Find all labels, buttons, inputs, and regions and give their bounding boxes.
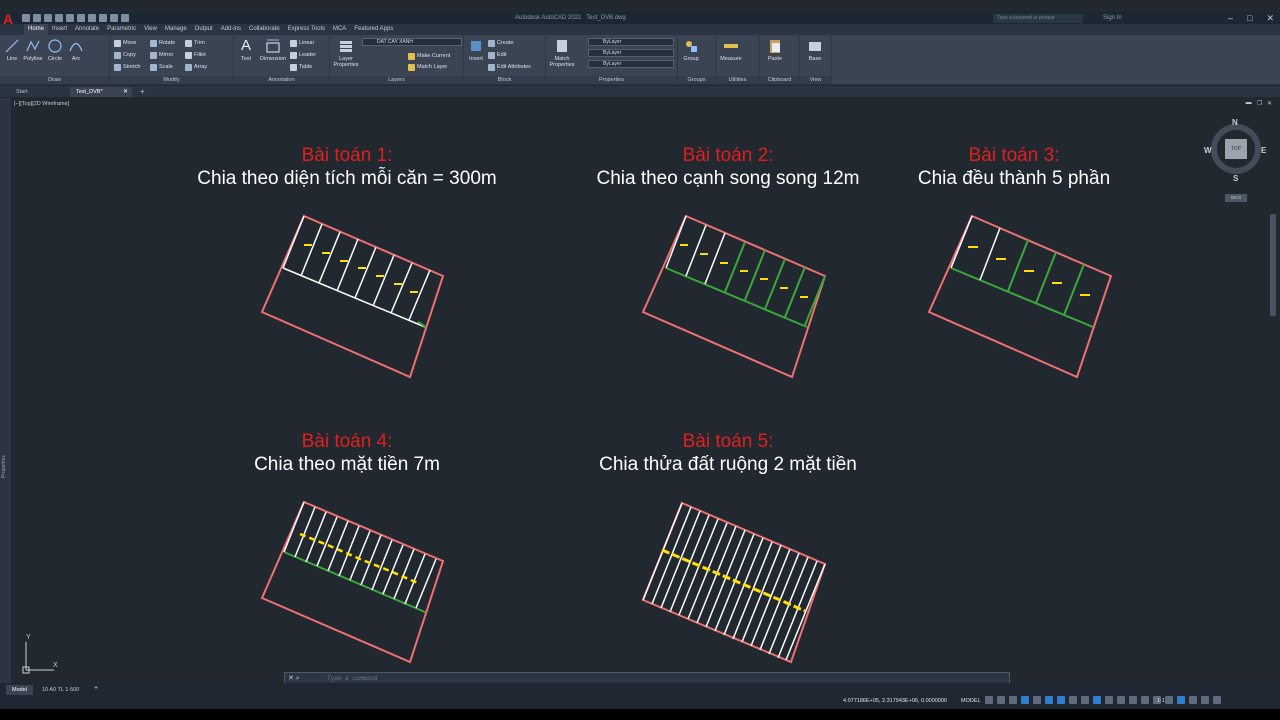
problem-4-title: Bài toán 4: Chia theo mặt tiền 7m — [227, 430, 467, 476]
problem-5-description: Chia thửa đất ruộng 2 mặt tiền — [599, 454, 857, 475]
polar-icon[interactable] — [1021, 696, 1029, 704]
snap-icon[interactable] — [997, 696, 1005, 704]
annotation-scale[interactable]: 1:1 — [1157, 698, 1165, 704]
compass-north[interactable]: N — [1232, 118, 1238, 127]
green-division-lines — [1007, 239, 1085, 316]
lot-labels — [304, 244, 418, 293]
white-division-lines — [665, 215, 726, 285]
command-input[interactable] — [327, 674, 987, 683]
compass-east[interactable]: E — [1261, 146, 1266, 155]
autocad-window: A Autodesk AutoCAD 2021 Test_DVB.dwg Typ… — [0, 0, 1280, 720]
status-toggles — [985, 696, 1221, 704]
lot-labels — [680, 244, 808, 298]
ucs-y-label: Y — [26, 634, 31, 641]
status-bar: Model 10 A0 TL 1-500 + 4.077186E+05, 2.3… — [0, 683, 1280, 709]
white-division-line — [979, 227, 1001, 281]
taskbar-gap — [0, 709, 1280, 720]
hardware-acceleration-icon[interactable] — [1189, 696, 1197, 704]
add-layout-icon[interactable]: + — [88, 685, 104, 695]
close-command-line-icon[interactable]: ✕ ⌕ — [288, 674, 300, 683]
clean-screen-icon[interactable] — [1201, 696, 1209, 704]
problem-3-title: Bài toán 3: Chia đều thành 5 phần — [904, 144, 1124, 190]
viewcube-top-face[interactable]: TOP — [1225, 139, 1247, 159]
lot-problem-4[interactable] — [260, 500, 445, 664]
problem-5-title: Bài toán 5: Chia thửa đất ruộng 2 mặt ti… — [578, 430, 878, 476]
lineweight-icon[interactable] — [1069, 696, 1077, 704]
lot-labels — [299, 532, 421, 586]
lot-problem-2[interactable] — [641, 214, 827, 379]
compass-south[interactable]: S — [1233, 174, 1238, 183]
ucs-axes-icon — [22, 642, 54, 674]
layout-tab[interactable]: 10 A0 TL 1-500 — [36, 685, 85, 695]
selection-cycling-icon[interactable] — [1093, 696, 1101, 704]
lot-problem-1[interactable] — [260, 214, 445, 379]
ucs-icon: Y X — [16, 634, 64, 678]
problem-5-heading: Bài toán 5: — [682, 431, 774, 452]
ortho-icon[interactable] — [1009, 696, 1017, 704]
isodraft-icon[interactable] — [1033, 696, 1041, 704]
white-division-line — [950, 215, 973, 269]
green-division-line — [665, 267, 808, 328]
lot-problem-5[interactable] — [641, 501, 827, 664]
problem-3-heading: Bài toán 3: — [968, 145, 1060, 166]
lot-problem-3[interactable] — [927, 214, 1113, 379]
model-tab[interactable]: Model — [6, 685, 33, 695]
object-snap-icon[interactable] — [1057, 696, 1065, 704]
problem-2-heading: Bài toán 2: — [682, 145, 774, 166]
isolate-objects-icon[interactable] — [1177, 696, 1185, 704]
drawing-canvas — [260, 214, 1113, 664]
coordinate-display[interactable]: 4.077186E+05, 2.317943E+06, 0.0000000 — [843, 698, 947, 704]
object-snap-tracking-icon[interactable] — [1045, 696, 1053, 704]
problem-4-heading: Bài toán 4: — [301, 431, 393, 452]
compass-west[interactable]: W — [1204, 146, 1212, 155]
problem-1-title: Bài toán 1: Chia theo diện tích mỗi căn … — [177, 144, 517, 190]
annotation-scale-icon[interactable] — [1117, 696, 1125, 704]
model-space-button[interactable]: MODEL — [961, 698, 981, 704]
division-lines — [283, 501, 437, 609]
annotation-monitor-icon[interactable] — [1141, 696, 1149, 704]
problem-2-description: Chia theo cạnh song song 12m — [596, 168, 860, 189]
green-division-line — [283, 551, 426, 613]
workspace-icon[interactable] — [1129, 696, 1137, 704]
transparency-icon[interactable] — [1081, 696, 1089, 704]
problem-1-heading: Bài toán 1: — [301, 145, 393, 166]
annotation-visibility-icon[interactable] — [1105, 696, 1113, 704]
division-lines — [282, 215, 431, 328]
problem-4-description: Chia theo mặt tiền 7m — [254, 454, 440, 475]
lot-labels — [968, 246, 1090, 296]
quick-properties-icon[interactable] — [1165, 696, 1173, 704]
problem-1-description: Chia theo diện tích mỗi căn = 300m — [197, 168, 497, 189]
ucs-x-label: X — [53, 662, 58, 669]
viewcube[interactable]: TOP N S E W — [1204, 118, 1268, 184]
grid-icon[interactable] — [985, 696, 993, 704]
customization-icon[interactable] — [1213, 696, 1221, 704]
problem-3-description: Chia đều thành 5 phần — [917, 168, 1111, 189]
wcs-menu[interactable]: WCS — [1225, 194, 1247, 202]
problem-2-title: Bài toán 2: Chia theo cạnh song song 12m — [578, 144, 878, 190]
